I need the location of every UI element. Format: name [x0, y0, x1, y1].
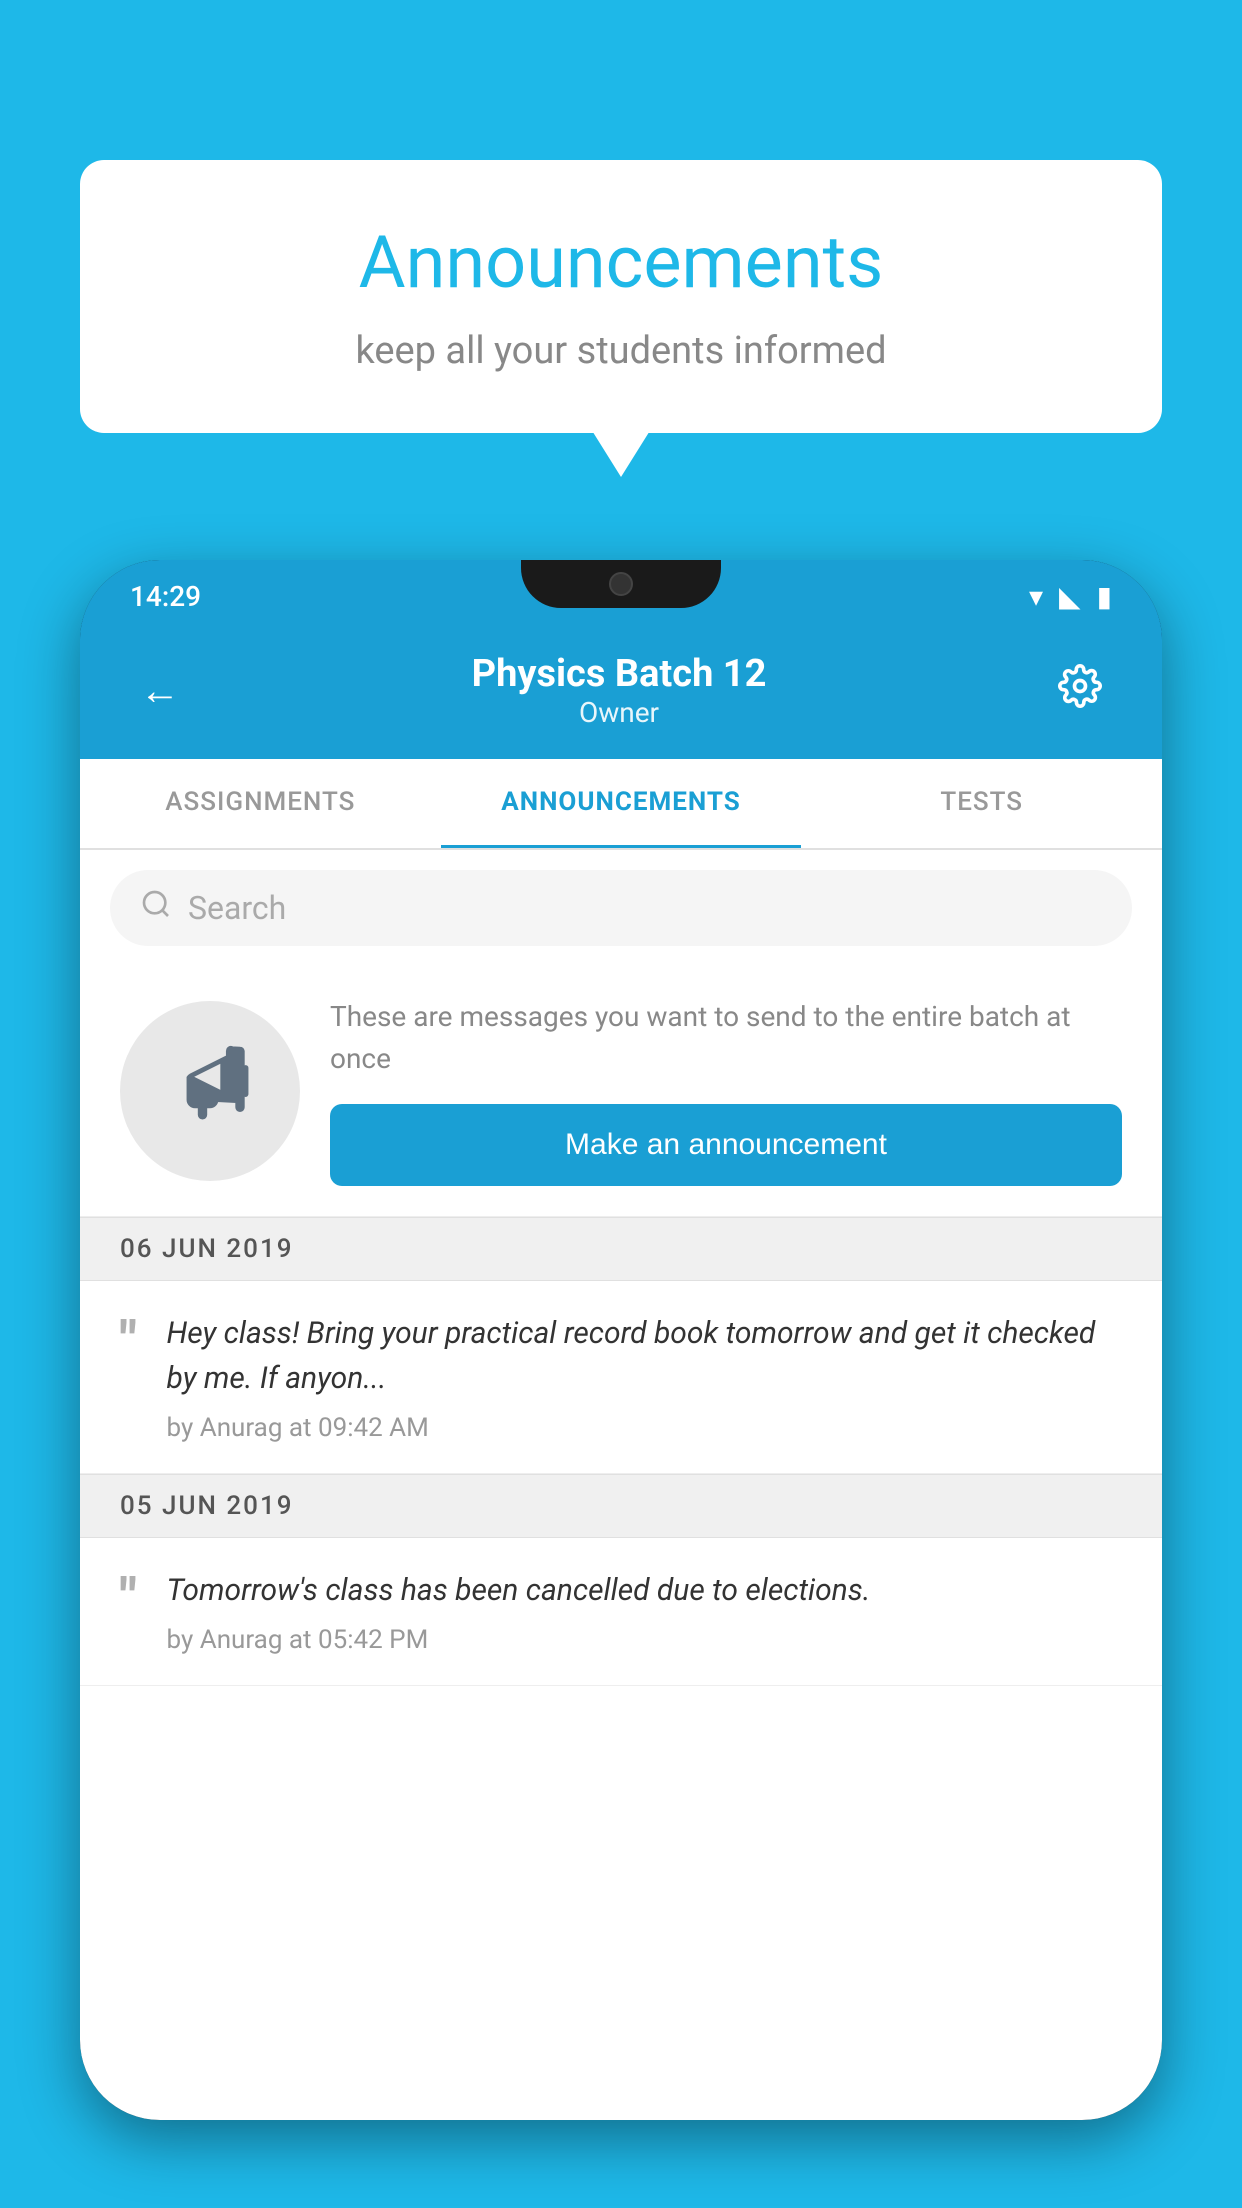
- phone-mockup: 14:29 ▾ ◣ ▮ ← Physics Batch 12 Owner: [80, 560, 1162, 2208]
- tabs-container: ASSIGNMENTS ANNOUNCEMENTS TESTS: [80, 759, 1162, 850]
- tab-tests[interactable]: TESTS: [801, 759, 1162, 848]
- search-icon: [140, 888, 172, 928]
- header-title-area: Physics Batch 12 Owner: [190, 652, 1048, 729]
- announcement-prompt: These are messages you want to send to t…: [80, 966, 1162, 1217]
- speech-bubble-title: Announcements: [160, 220, 1082, 305]
- announcement-content-2: Tomorrow's class has been cancelled due …: [167, 1568, 1122, 1655]
- announcement-text-2: Tomorrow's class has been cancelled due …: [167, 1568, 1122, 1613]
- phone-frame: 14:29 ▾ ◣ ▮ ← Physics Batch 12 Owner: [80, 560, 1162, 2120]
- content-area: Search These are messages you want to: [80, 850, 1162, 2120]
- phone-screen: 14:29 ▾ ◣ ▮ ← Physics Batch 12 Owner: [80, 560, 1162, 2120]
- make-announcement-button[interactable]: Make an announcement: [330, 1104, 1122, 1186]
- megaphone-icon: [165, 1036, 255, 1146]
- date-divider-1: 06 JUN 2019: [80, 1217, 1162, 1281]
- announcement-content-1: Hey class! Bring your practical record b…: [167, 1311, 1122, 1443]
- tab-assignments[interactable]: ASSIGNMENTS: [80, 759, 441, 848]
- speech-bubble-subtitle: keep all your students informed: [160, 329, 1082, 373]
- speech-bubble: Announcements keep all your students inf…: [80, 160, 1162, 433]
- date-divider-2: 05 JUN 2019: [80, 1474, 1162, 1538]
- speech-bubble-container: Announcements keep all your students inf…: [80, 160, 1162, 433]
- announcement-item-1[interactable]: " Hey class! Bring your practical record…: [80, 1281, 1162, 1474]
- app-header: ← Physics Batch 12 Owner: [80, 632, 1162, 759]
- phone-notch: [521, 560, 721, 608]
- search-placeholder: Search: [188, 889, 286, 927]
- battery-icon: ▮: [1097, 580, 1112, 613]
- tab-announcements[interactable]: ANNOUNCEMENTS: [441, 759, 802, 848]
- prompt-description: These are messages you want to send to t…: [330, 996, 1122, 1080]
- prompt-right: These are messages you want to send to t…: [330, 996, 1122, 1186]
- megaphone-circle: [120, 1001, 300, 1181]
- announcement-meta-2: by Anurag at 05:42 PM: [167, 1625, 1122, 1655]
- search-bar[interactable]: Search: [110, 870, 1132, 946]
- settings-button[interactable]: [1048, 654, 1112, 728]
- back-button[interactable]: ←: [130, 657, 190, 724]
- signal-icon: ◣: [1059, 580, 1081, 613]
- announcement-text-1: Hey class! Bring your practical record b…: [167, 1311, 1122, 1401]
- wifi-icon: ▾: [1029, 580, 1043, 613]
- status-icons: ▾ ◣ ▮: [1029, 580, 1112, 613]
- status-time: 14:29: [130, 580, 201, 613]
- quote-icon-1: ": [120, 1315, 137, 1367]
- header-title: Physics Batch 12: [190, 652, 1048, 696]
- header-subtitle: Owner: [190, 696, 1048, 729]
- quote-icon-2: ": [120, 1572, 137, 1624]
- announcement-item-2[interactable]: " Tomorrow's class has been cancelled du…: [80, 1538, 1162, 1686]
- announcement-meta-1: by Anurag at 09:42 AM: [167, 1413, 1122, 1443]
- front-camera: [609, 572, 633, 596]
